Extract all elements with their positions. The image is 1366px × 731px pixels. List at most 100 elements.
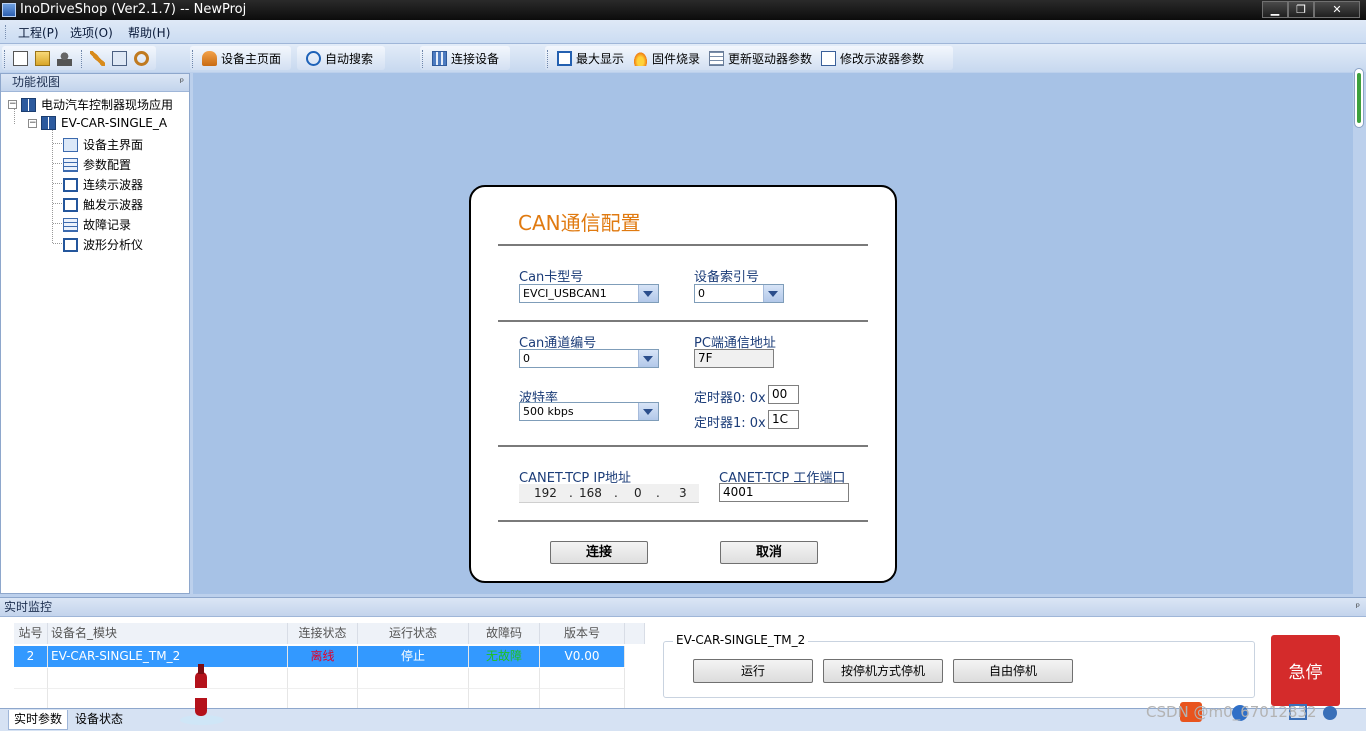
tree-device[interactable]: − EV-CAR-SINGLE_A xyxy=(28,116,167,130)
free-stop-button[interactable]: 自由停机 xyxy=(953,659,1073,683)
tree-item-label: 触发示波器 xyxy=(83,198,144,212)
monitor-button[interactable] xyxy=(112,49,131,67)
chevron-down-icon[interactable] xyxy=(638,403,658,420)
tree-line xyxy=(53,163,62,164)
table-icon xyxy=(63,217,78,232)
connect-device-button[interactable]: 连接设备 xyxy=(432,49,499,67)
pin-icon[interactable]: ᵖ xyxy=(1356,598,1360,617)
vertical-scrollbar[interactable] xyxy=(1354,68,1364,128)
cell-run-state[interactable]: 停止 xyxy=(358,646,469,667)
ip-octet-1[interactable]: 192 xyxy=(534,484,557,503)
chevron-down-icon[interactable] xyxy=(763,285,783,302)
auto-search-button[interactable]: 自动搜索 xyxy=(306,49,373,67)
baud-rate-select[interactable]: 500 kbps xyxy=(519,402,659,421)
tree-item-fault-record[interactable]: 故障记录 xyxy=(63,216,131,233)
cancel-button[interactable]: 取消 xyxy=(720,541,818,564)
column-header: 故障码 xyxy=(469,623,540,644)
empty-cell xyxy=(288,689,358,710)
chevron-down-icon[interactable] xyxy=(638,285,658,302)
timer0-field[interactable]: 00 xyxy=(768,385,799,404)
tree-line xyxy=(53,223,62,224)
cell-connection-status[interactable]: 离线 xyxy=(288,646,358,667)
cell-station[interactable]: 2 xyxy=(14,646,48,667)
ip-octet-3[interactable]: 0 xyxy=(634,484,642,503)
cell-fault-code[interactable]: 无故障 xyxy=(469,646,540,667)
stop-by-mode-button[interactable]: 按停机方式停机 xyxy=(823,659,943,683)
tree-item-label: 设备主界面 xyxy=(83,138,144,152)
tree-item-trigger-scope[interactable]: 触发示波器 xyxy=(63,196,143,213)
cell-version[interactable]: V0.00 xyxy=(540,646,625,667)
toolbar-group-search: 自动搜索 xyxy=(297,46,385,70)
tree-item-continuous-scope[interactable]: 连续示波器 xyxy=(63,176,143,193)
ip-octet-2[interactable]: 168 xyxy=(579,484,602,503)
device-index-select[interactable]: 0 xyxy=(694,284,784,303)
emergency-stop-button[interactable]: 急停 xyxy=(1271,635,1340,706)
realtime-monitor-title: 实时监控 xyxy=(4,600,53,614)
settings-button[interactable] xyxy=(134,49,153,67)
close-button[interactable]: ✕ xyxy=(1314,1,1360,18)
dialog-title: CAN通信配置 xyxy=(518,211,641,235)
save-button[interactable] xyxy=(57,49,76,67)
firmware-burn-label: 固件烧录 xyxy=(652,51,701,66)
toolbar-grip xyxy=(192,50,195,68)
gear-icon xyxy=(134,50,149,66)
oscilloscope-icon xyxy=(63,177,78,192)
cell-device-name[interactable]: EV-CAR-SINGLE_TM_2 xyxy=(48,646,288,667)
can-channel-select[interactable]: 0 xyxy=(519,349,659,368)
tree-item-param-config[interactable]: 参数配置 xyxy=(63,156,131,173)
search-icon xyxy=(306,50,321,66)
scrollbar-thumb[interactable] xyxy=(1357,73,1361,123)
menu-bar: 工程(P) 选项(O) 帮助(H) xyxy=(0,20,1366,44)
pc-address-field[interactable]: 7F xyxy=(694,349,774,368)
empty-cell xyxy=(48,689,288,710)
firmware-burn-button[interactable]: 固件烧录 xyxy=(633,49,700,67)
maximize-display-button[interactable]: 最大显示 xyxy=(557,49,624,67)
tab-realtime-params[interactable]: 实时参数 xyxy=(8,710,69,730)
device-home-button[interactable]: 设备主页面 xyxy=(202,49,281,67)
toolbar: 设备主页面 自动搜索 连接设备 最大显示 固件烧录 更新驱动器参数 修改示波器参… xyxy=(0,44,1366,72)
divider xyxy=(498,244,868,246)
toolbar-grip xyxy=(422,50,425,68)
can-card-type-select[interactable]: EVCI_USBCAN1 xyxy=(519,284,659,303)
tab-device-status[interactable]: 设备状态 xyxy=(70,710,128,729)
function-view-header: 功能视图 ᵖ xyxy=(1,74,189,92)
tree-root-label: 电动汽车控制器现场应用 xyxy=(41,98,174,112)
book-icon xyxy=(21,97,36,112)
maximize-button[interactable]: ❐ xyxy=(1288,1,1314,18)
timer1-field[interactable]: 1C xyxy=(768,410,799,429)
update-driver-params-button[interactable]: 更新驱动器参数 xyxy=(709,49,812,67)
grid-icon xyxy=(709,50,724,66)
waveform-icon xyxy=(821,50,836,66)
tools-button[interactable] xyxy=(90,49,109,67)
empty-cell xyxy=(358,689,469,710)
can-card-type-value: EVCI_USBCAN1 xyxy=(523,287,607,300)
collapse-icon[interactable]: − xyxy=(8,100,17,109)
device-index-value: 0 xyxy=(698,287,705,300)
menu-help[interactable]: 帮助(H) xyxy=(128,24,170,41)
menu-options[interactable]: 选项(O) xyxy=(70,24,113,41)
new-file-button[interactable] xyxy=(13,49,32,67)
modify-scope-params-button[interactable]: 修改示波器参数 xyxy=(821,49,924,67)
ip-dot: . xyxy=(614,486,618,500)
pin-icon[interactable]: ᵖ xyxy=(180,74,184,91)
device-control-group-title: EV-CAR-SINGLE_TM_2 xyxy=(673,633,809,647)
tree-root[interactable]: − 电动汽车控制器现场应用 xyxy=(8,96,173,113)
chevron-down-icon[interactable] xyxy=(638,350,658,367)
run-button[interactable]: 运行 xyxy=(693,659,813,683)
function-view-panel: 功能视图 ᵖ − 电动汽车控制器现场应用 − EV-CAR-SINGLE_A 设… xyxy=(0,73,190,594)
canet-ip-field[interactable]: 192 . 168 . 0 . 3 xyxy=(519,484,699,503)
tree-line xyxy=(53,183,62,184)
column-header-filler xyxy=(625,623,645,644)
minimize-button[interactable]: ▁ xyxy=(1262,1,1288,18)
ip-octet-4[interactable]: 3 xyxy=(679,484,687,503)
tree-item-waveform-analyzer[interactable]: 波形分析仪 xyxy=(63,236,143,253)
table-icon xyxy=(63,157,78,172)
tree-item-device-main[interactable]: 设备主界面 xyxy=(63,136,143,153)
connect-button[interactable]: 连接 xyxy=(550,541,648,564)
toolbar-separator xyxy=(81,50,84,68)
collapse-icon[interactable]: − xyxy=(28,118,37,128)
divider xyxy=(498,445,868,447)
menu-project[interactable]: 工程(P) xyxy=(18,24,59,41)
open-folder-button[interactable] xyxy=(35,49,54,67)
canet-port-field[interactable]: 4001 xyxy=(719,483,849,502)
